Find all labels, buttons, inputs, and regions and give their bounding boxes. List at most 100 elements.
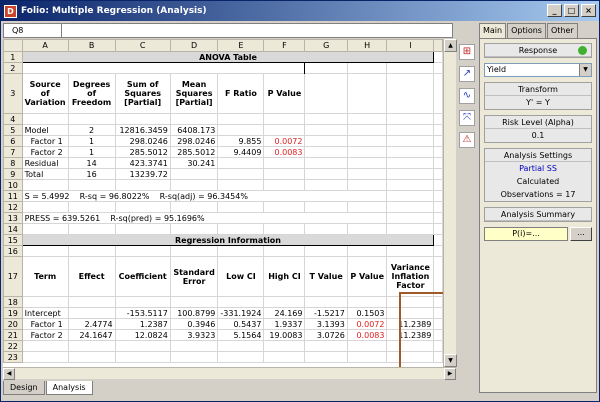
table-cell[interactable]: Degrees of Freedom [67,73,116,114]
maximize-icon[interactable]: □ [564,4,579,17]
table-cell[interactable]: 298.0246 [169,135,219,147]
table-cell[interactable]: 0.5437 [217,318,265,330]
plot-icon[interactable]: ↗ [459,66,475,82]
close-icon[interactable]: × [581,4,596,17]
row-header[interactable]: 10 [3,179,23,191]
table-cell[interactable]: 1 [67,135,116,147]
table-cell[interactable]: 0.1503 [346,307,388,319]
row-header[interactable]: 12 [3,201,23,213]
row-header[interactable]: 8 [3,157,23,169]
row-header[interactable]: 14 [3,223,23,235]
column-header[interactable]: E [217,39,265,52]
row-header[interactable]: 6 [3,135,23,147]
table-cell[interactable] [386,307,435,319]
table-cell[interactable]: Low CI [217,256,265,297]
corner-cell[interactable] [3,39,23,52]
column-header[interactable]: A [21,39,69,52]
spreadsheet-grid[interactable]: A B C D E F G H I 1 ANOVA Table 2 3 Sour… [3,39,443,367]
table-cell[interactable]: 285.5012 [169,146,219,158]
cell-reference-box[interactable]: Q8 [4,24,62,37]
row-header[interactable]: 11 [3,190,23,202]
table-cell[interactable]: Total [21,168,69,180]
row-header[interactable]: 18 [3,296,23,308]
p-value-cell[interactable]: 0.0083 [263,146,306,158]
tab-options[interactable]: Options [507,23,546,38]
column-header[interactable]: I [386,39,435,52]
table-cell[interactable]: F Ratio [217,73,265,114]
table-cell[interactable]: Factor 1 [21,318,69,330]
plot-options-icon[interactable]: ⤧ [459,110,475,126]
table-cell[interactable]: -1.5217 [304,307,348,319]
row-header[interactable]: 21 [3,329,23,341]
table-cell[interactable]: Effect [67,256,116,297]
row-header[interactable]: 3 [3,73,23,114]
fit-statistics-text[interactable]: S = 5.4992 R-sq = 96.8022% R-sq(adj) = 9… [21,190,388,202]
chevron-down-icon[interactable]: ▼ [579,64,591,76]
table-cell[interactable]: Residual [21,157,69,169]
tab-analysis[interactable]: Analysis [45,381,93,395]
column-header[interactable]: B [67,39,116,52]
table-cell[interactable]: 6408.173 [169,124,219,136]
results-plot-icon[interactable]: ⚠ [459,132,475,148]
row-header[interactable]: 4 [3,113,23,125]
summary-input[interactable]: P(i)=... [484,227,568,241]
row-header[interactable]: 15 [3,234,23,246]
summary-more-button[interactable]: ... [570,227,592,241]
row-header[interactable]: 5 [3,124,23,136]
table-cell[interactable]: 13239.72 [114,168,171,180]
tab-main[interactable]: Main [479,23,507,38]
response-select[interactable]: Yield ▼ [484,63,592,77]
table-cell[interactable]: Source of Variation [21,73,69,114]
table-cell[interactable]: 1.9337 [263,318,306,330]
table-cell[interactable]: Model [21,124,69,136]
table-cell[interactable]: 100.8799 [169,307,219,319]
table-cell[interactable]: 1.2387 [114,318,171,330]
table-cell[interactable]: 19.0083 [263,329,306,341]
calculate-icon[interactable]: ⊞ [459,44,475,60]
column-header[interactable]: H [346,39,388,52]
table-cell[interactable]: 12816.3459 [114,124,171,136]
table-cell[interactable]: T Value [304,256,348,297]
table-cell[interactable]: Sum of Squares [Partial] [114,73,171,114]
scroll-down-icon[interactable]: ▼ [444,354,457,367]
vif-cell[interactable]: 11.2389 [386,329,435,341]
row-header[interactable]: 13 [3,212,23,224]
table-cell[interactable]: High CI [263,256,306,297]
row-header[interactable]: 7 [3,146,23,158]
row-header[interactable]: 9 [3,168,23,180]
table-cell[interactable]: 3.1393 [304,318,348,330]
minimize-icon[interactable]: _ [547,4,562,17]
vif-header-cell[interactable]: Variance Inflation Factor [386,256,435,297]
table-cell[interactable]: Factor 1 [21,135,69,147]
scroll-left-icon[interactable]: ◀ [3,368,15,380]
column-header[interactable]: C [114,39,171,52]
scroll-up-icon[interactable]: ▲ [444,39,457,52]
column-header[interactable]: F [263,39,306,52]
table-cell[interactable]: 423.3741 [114,157,171,169]
table-cell[interactable]: -153.5117 [114,307,171,319]
p-value-cell[interactable]: 0.0072 [263,135,306,147]
risk-section[interactable]: Risk Level (Alpha) 0.1 [484,115,592,143]
table-cell[interactable]: Mean Squares [Partial] [169,73,219,114]
table-cell[interactable]: -331.1924 [217,307,265,319]
p-value-cell[interactable]: 0.0083 [346,329,388,341]
transform-section[interactable]: Transform Y' = Y [484,82,592,110]
table-cell[interactable]: 9.855 [217,135,265,147]
row-header[interactable]: 19 [3,307,23,319]
table-cell[interactable]: Coefficient [114,256,171,297]
row-header[interactable]: 2 [3,62,23,74]
transform-value[interactable]: Y' = Y [485,96,591,109]
table-cell[interactable]: 24.1647 [67,329,116,341]
tab-design[interactable]: Design [3,381,45,395]
table-cell[interactable]: 2 [67,124,116,136]
table-cell[interactable]: 1 [67,146,116,158]
table-cell[interactable]: Factor 2 [21,329,69,341]
curve-icon[interactable]: ∿ [459,88,475,104]
table-cell[interactable]: 14 [67,157,116,169]
table-cell[interactable]: 2.4774 [67,318,116,330]
table-cell[interactable]: 5.1564 [217,329,265,341]
p-value-cell[interactable]: 0.0072 [346,318,388,330]
table-cell[interactable] [67,307,116,319]
table-cell[interactable]: 3.9323 [169,329,219,341]
table-cell[interactable]: 9.4409 [217,146,265,158]
